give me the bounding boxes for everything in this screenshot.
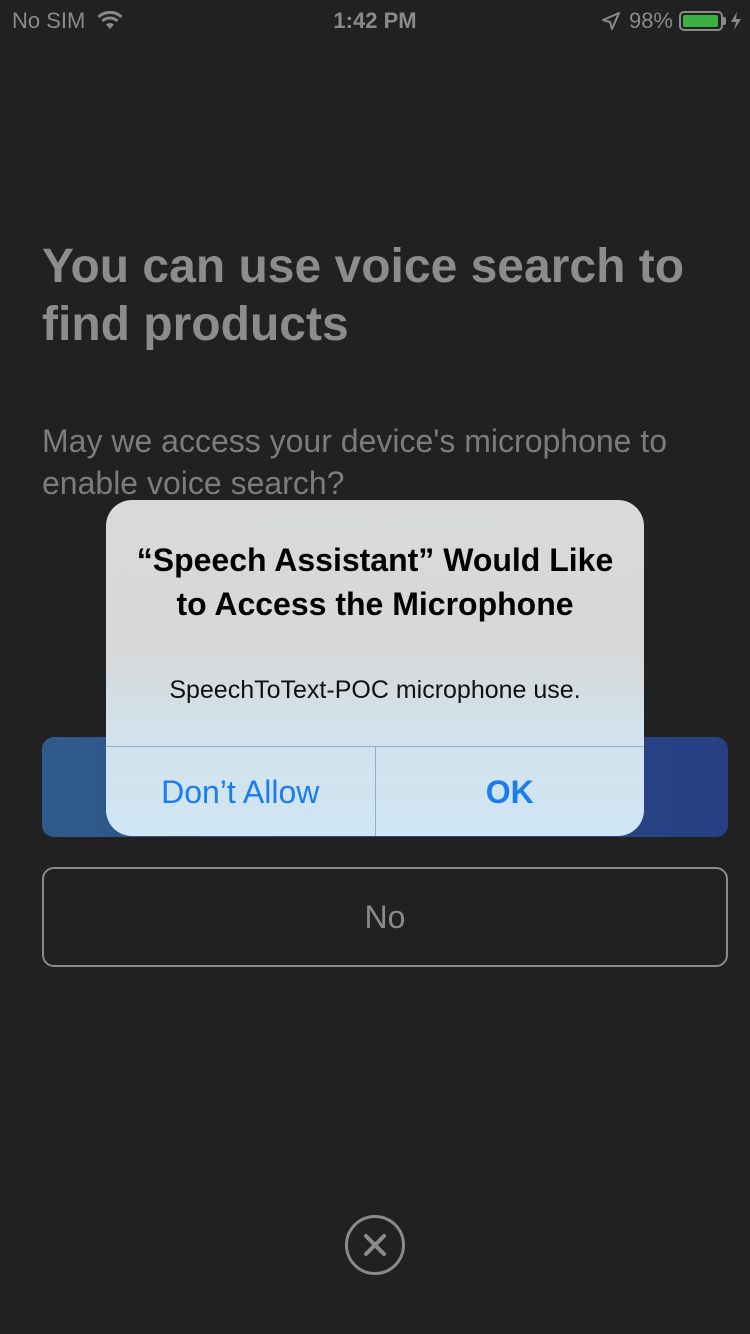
no-button[interactable]: No [42, 867, 728, 967]
battery-cap [723, 17, 726, 25]
status-right: 98% [601, 8, 742, 34]
battery-icon [679, 11, 723, 31]
close-icon [364, 1234, 386, 1256]
permission-description: May we access your device's microphone t… [42, 423, 668, 501]
close-button[interactable] [345, 1215, 405, 1275]
alert-actions: Don’t Allow OK [106, 746, 644, 836]
page-title: You can use voice search to find product… [42, 240, 685, 351]
dont-allow-button[interactable]: Don’t Allow [106, 747, 375, 836]
status-bar: No SIM 1:42 PM 98% [0, 0, 750, 40]
charging-bolt-icon [731, 12, 741, 30]
ok-button[interactable]: OK [374, 747, 645, 836]
microphone-permission-alert: “Speech Assistant” Would Like to Access … [106, 500, 644, 836]
screen: No SIM 1:42 PM 98% You can use voice sea… [0, 0, 750, 1334]
no-button-label: No [364, 898, 406, 935]
alert-message: SpeechToText-POC microphone use. [169, 676, 581, 704]
battery-fill [683, 15, 719, 27]
location-arrow-icon [601, 12, 620, 30]
alert-title: “Speech Assistant” Would Like to Access … [136, 542, 614, 622]
battery-percent: 98% [628, 8, 673, 33]
